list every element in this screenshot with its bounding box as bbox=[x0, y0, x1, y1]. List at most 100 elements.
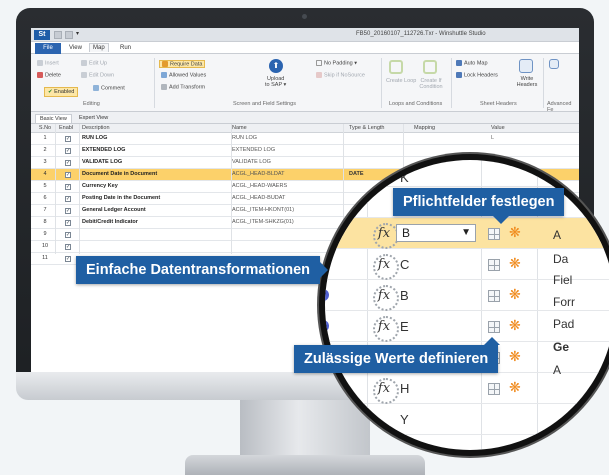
tab-map[interactable]: Map bbox=[89, 43, 109, 52]
allowed-values-icon[interactable] bbox=[488, 228, 500, 240]
enable-checkbox[interactable]: ✓ bbox=[65, 136, 71, 142]
column-header-sno[interactable]: S.No bbox=[35, 124, 55, 133]
row-number: 10 bbox=[41, 243, 49, 249]
dropdown-arrow-icon[interactable]: ▾ bbox=[76, 31, 82, 39]
table-row[interactable]: 2 EXTENDED LOG EXTENDED LOG ✓ bbox=[31, 145, 579, 157]
row-number: 11 bbox=[42, 255, 48, 261]
loop-icon[interactable] bbox=[389, 60, 403, 74]
property-label: Forr bbox=[553, 295, 575, 309]
enable-checkbox[interactable]: ✓ bbox=[65, 148, 71, 154]
dropdown-value: B bbox=[402, 226, 411, 240]
required-gear-icon[interactable]: ❋ bbox=[509, 255, 521, 272]
table-row[interactable]: 1 RUN LOG RUN LOG L ✓ bbox=[31, 133, 579, 145]
skip-if-no-source-button[interactable]: Skip if NoSource bbox=[316, 72, 365, 78]
tab-run[interactable]: Run bbox=[117, 44, 134, 52]
write-headers-button[interactable]: Write Headers bbox=[516, 76, 538, 88]
upload-icon[interactable]: ⬆ bbox=[269, 59, 283, 73]
arrow-up-icon bbox=[81, 60, 87, 66]
if-condition-icon[interactable] bbox=[423, 60, 437, 74]
magnified-row[interactable]: K bbox=[325, 160, 609, 187]
write-headers-icon[interactable] bbox=[519, 59, 533, 73]
upload-to-sap-button[interactable]: Upload to SAP ▾ bbox=[265, 76, 286, 88]
comment-icon bbox=[93, 85, 99, 91]
required-gear-icon[interactable]: ❋ bbox=[509, 379, 521, 396]
edit-up-button[interactable]: Edit Up bbox=[81, 60, 107, 66]
enable-checkbox[interactable]: ✓ bbox=[65, 208, 71, 214]
save-icon[interactable] bbox=[54, 31, 62, 39]
enable-checkbox[interactable]: ✓ bbox=[65, 172, 71, 178]
mapping-dropdown[interactable]: B ▼ bbox=[396, 224, 476, 242]
delete-button[interactable]: Delete bbox=[37, 72, 61, 78]
list-icon bbox=[161, 72, 167, 78]
allowed-values-icon[interactable] bbox=[488, 321, 500, 333]
advanced-icon[interactable] bbox=[549, 59, 559, 69]
create-loop-button[interactable]: Create Loop bbox=[386, 78, 416, 84]
required-gear-icon[interactable]: ❋ bbox=[509, 286, 521, 303]
function-icon bbox=[161, 84, 167, 90]
enable-checkbox[interactable]: ✓ bbox=[65, 160, 71, 166]
lock-icon bbox=[456, 72, 462, 78]
status-dot-icon bbox=[325, 289, 329, 301]
column-header-enable[interactable]: Enable bbox=[59, 124, 73, 133]
add-transform-button[interactable]: Add Transform bbox=[161, 84, 205, 90]
allowed-values-icon[interactable] bbox=[488, 290, 500, 302]
property-label: Da bbox=[553, 252, 569, 266]
enable-checkbox[interactable]: ✓ bbox=[65, 220, 71, 226]
enable-checkbox[interactable]: ✓ bbox=[65, 244, 71, 250]
insert-button[interactable]: Insert bbox=[37, 60, 59, 66]
window-title: FB50_20160107_112726.Txr - Winshuttle St… bbox=[356, 31, 486, 37]
row-value: L bbox=[491, 135, 495, 141]
enable-checkbox[interactable]: ✓ bbox=[65, 256, 71, 262]
create-if-button[interactable]: Create If Condition bbox=[416, 78, 446, 90]
required-gear-icon[interactable]: ❋ bbox=[509, 317, 521, 334]
row-number: 1 bbox=[43, 135, 47, 141]
ribbon-separator bbox=[381, 58, 382, 108]
open-folder-icon[interactable] bbox=[65, 31, 73, 39]
no-padding-button[interactable]: No Padding ▾ bbox=[316, 60, 357, 66]
loops-group-label: Loops and Conditions bbox=[389, 101, 443, 107]
row-number: 7 bbox=[43, 207, 47, 213]
column-header-description[interactable]: Description bbox=[82, 124, 232, 133]
magnified-row[interactable]: fx H ❋ bbox=[325, 373, 609, 404]
lock-headers-button[interactable]: Lock Headers bbox=[456, 72, 498, 78]
column-letter: Y bbox=[400, 412, 409, 427]
require-data-button[interactable]: Require Data bbox=[159, 60, 206, 69]
row-number: 5 bbox=[43, 183, 47, 189]
transform-icon[interactable]: fx bbox=[373, 285, 399, 311]
magnified-row[interactable]: fx B ▼ ❋ bbox=[325, 218, 609, 249]
allowed-values-button[interactable]: Allowed Values bbox=[161, 72, 206, 78]
tab-file[interactable]: File bbox=[35, 43, 61, 54]
row-number: 4 bbox=[43, 171, 47, 177]
transform-icon[interactable]: fx bbox=[373, 316, 399, 342]
enabled-toggle[interactable]: ✔ Enabled bbox=[44, 87, 79, 97]
tab-view[interactable]: View bbox=[66, 44, 85, 52]
tab-basic-view[interactable]: Basic View bbox=[35, 114, 72, 123]
column-header-type-length[interactable]: Type & Length bbox=[349, 124, 399, 133]
ribbon-separator bbox=[451, 58, 452, 108]
auto-map-button[interactable]: Auto Map bbox=[456, 60, 488, 66]
enable-checkbox[interactable]: ✓ bbox=[65, 196, 71, 202]
row-number: 3 bbox=[43, 159, 47, 165]
magnified-row[interactable]: Y bbox=[325, 404, 609, 435]
comment-button[interactable]: Comment bbox=[93, 85, 125, 91]
required-gear-icon[interactable]: ❋ bbox=[509, 348, 521, 365]
menu-bar: File View Map Run bbox=[31, 42, 579, 54]
required-gear-icon[interactable]: ❋ bbox=[509, 224, 521, 241]
column-header-mapping[interactable]: Mapping bbox=[414, 124, 454, 133]
column-letter: E bbox=[400, 319, 409, 334]
transform-icon[interactable]: fx bbox=[373, 223, 399, 249]
column-header-value[interactable]: Value bbox=[491, 124, 531, 133]
property-label: Pad bbox=[553, 317, 575, 331]
transform-icon[interactable]: fx bbox=[373, 254, 399, 280]
edit-down-button[interactable]: Edit Down bbox=[81, 72, 114, 78]
allowed-values-icon[interactable] bbox=[488, 259, 500, 271]
column-header-name[interactable]: Name bbox=[232, 124, 342, 133]
enable-checkbox[interactable]: ✓ bbox=[65, 232, 71, 238]
allowed-values-icon[interactable] bbox=[488, 383, 500, 395]
row-number: 6 bbox=[43, 195, 47, 201]
transform-icon[interactable]: fx bbox=[373, 378, 399, 404]
tab-expert-view[interactable]: Expert View bbox=[75, 114, 112, 122]
ribbon: Insert Delete ✔ Enabled Edit Up Edit Dow… bbox=[31, 54, 579, 113]
enable-checkbox[interactable]: ✓ bbox=[65, 184, 71, 190]
grid-column-divider bbox=[55, 124, 56, 254]
